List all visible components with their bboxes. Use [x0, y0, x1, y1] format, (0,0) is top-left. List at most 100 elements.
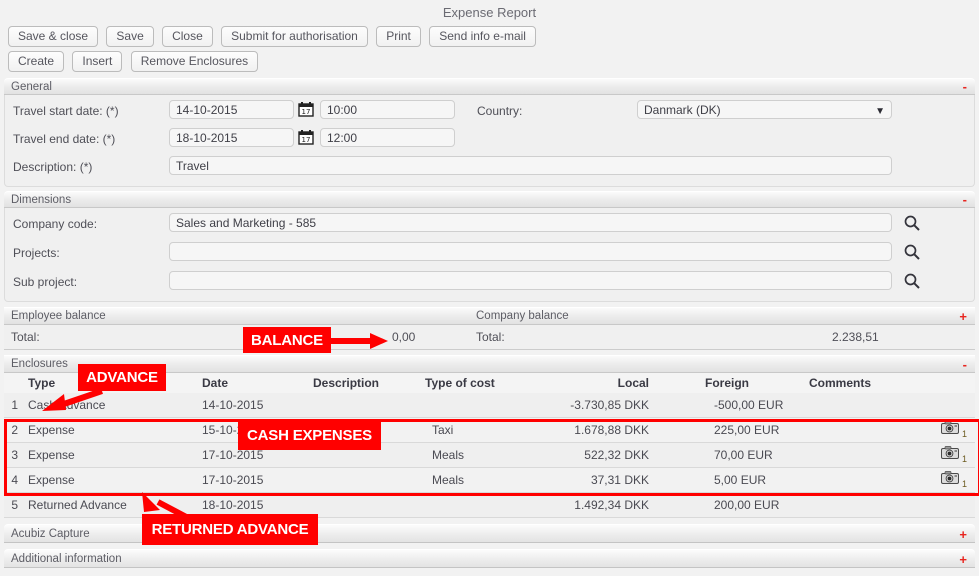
cell-local: 1.678,88 DKK: [574, 423, 649, 437]
section-title-additional-information: Additional information: [11, 553, 122, 565]
remove-enclosures-button[interactable]: Remove Enclosures: [130, 51, 259, 72]
attachment-camera-icon[interactable]: 1: [941, 470, 967, 489]
section-header-balance: Employee balance Company balance +: [4, 307, 975, 325]
collapse-toggle-enclosures[interactable]: -: [963, 357, 967, 372]
company-total-value: 2.238,51: [832, 330, 879, 344]
save-and-close-button[interactable]: Save & close: [8, 26, 99, 47]
column-header-type-of-cost: Type of cost: [425, 376, 495, 390]
search-icon[interactable]: [903, 214, 921, 232]
description-label: Description: (*): [13, 160, 93, 174]
section-title-dimensions: Dimensions: [11, 194, 72, 206]
cell-foreign: 70,00 EUR: [714, 448, 773, 462]
employee-total-label: Total:: [11, 330, 40, 344]
save-button[interactable]: Save: [106, 26, 154, 47]
submit-for-authorisation-button[interactable]: Submit for authorisation: [221, 26, 368, 47]
annotation-balance-label: BALANCE: [243, 327, 331, 353]
sub-project-input[interactable]: [169, 271, 892, 290]
table-row[interactable]: 1 Cash Advance 14-10-2015 -3.730,85 DKK …: [4, 393, 975, 418]
cell-date: 18-10-2015: [202, 498, 264, 512]
country-label: Country:: [477, 104, 523, 118]
collapse-toggle-balance[interactable]: +: [959, 309, 967, 324]
section-header-additional-information: Additional information +: [4, 549, 975, 568]
search-icon[interactable]: [903, 272, 921, 290]
row-number: 5: [11, 498, 18, 512]
svg-text:17: 17: [302, 136, 311, 144]
cell-local: 1.492,34 DKK: [574, 498, 649, 512]
company-balance-title: Company balance: [476, 310, 569, 322]
cell-date: 17-10-2015: [202, 448, 264, 462]
row-number: 4: [11, 473, 18, 487]
column-header-description: Description: [313, 376, 380, 390]
section-title-general: General: [11, 81, 52, 93]
cell-foreign: 225,00 EUR: [714, 423, 780, 437]
field-row-company-code: Company code: Sales and Marketing - 585: [5, 213, 974, 236]
cell-local: -3.730,85 DKK: [570, 398, 649, 412]
search-icon[interactable]: [903, 243, 921, 261]
attachment-count: 1: [961, 429, 967, 439]
country-select-value: Danmark (DK): [644, 103, 721, 117]
toolbar-primary: Save & close Save Close Submit for autho…: [0, 24, 979, 49]
annotation-advance-label: ADVANCE: [78, 364, 166, 391]
svg-text:17: 17: [302, 108, 311, 116]
toolbar-secondary: Create Insert Remove Enclosures: [0, 49, 979, 74]
cell-type-of-cost: Meals: [432, 473, 465, 487]
cell-type: Returned Advance: [28, 498, 127, 512]
section-header-general: General -: [4, 78, 975, 95]
print-button[interactable]: Print: [376, 26, 421, 47]
table-row[interactable]: 4 Expense 17-10-2015 Meals 37,31 DKK 5,0…: [4, 468, 975, 493]
travel-start-date-input[interactable]: 14-10-2015: [169, 100, 294, 119]
collapse-toggle-general[interactable]: -: [963, 80, 967, 93]
create-button[interactable]: Create: [8, 51, 65, 72]
calendar-icon[interactable]: 17: [298, 101, 314, 117]
insert-button[interactable]: Insert: [72, 51, 123, 72]
cell-foreign: 200,00 EUR: [714, 498, 780, 512]
row-number: 3: [11, 448, 18, 462]
travel-start-time-input[interactable]: 10:00: [320, 100, 455, 119]
enclosures-table: Type Date Description Type of cost Local…: [4, 373, 975, 518]
column-header-comments: Comments: [809, 376, 872, 390]
cell-type: Expense: [28, 423, 75, 437]
travel-start-date-label: Travel start date: (*): [13, 104, 119, 118]
column-header-local: Local: [617, 376, 649, 390]
calendar-icon[interactable]: 17: [298, 129, 314, 145]
country-select[interactable]: Danmark (DK) ▼: [637, 100, 892, 119]
cell-foreign: -500,00 EUR: [714, 398, 784, 412]
employee-balance-title: Employee balance: [11, 310, 106, 322]
column-header-foreign: Foreign: [705, 376, 749, 390]
travel-end-time-input[interactable]: 12:00: [320, 128, 455, 147]
field-row-travel-end: Travel end date: (*) 18-10-2015 17 12:00: [5, 128, 974, 151]
field-row-travel-start: Travel start date: (*) 14-10-2015 17 10:…: [5, 100, 974, 123]
field-row-sub-project: Sub project:: [5, 271, 974, 294]
travel-end-date-input[interactable]: 18-10-2015: [169, 128, 294, 147]
travel-end-date-label: Travel end date: (*): [13, 132, 116, 146]
sub-project-label: Sub project:: [13, 275, 78, 289]
column-header-type: Type: [28, 376, 56, 390]
close-button[interactable]: Close: [162, 26, 213, 47]
table-row[interactable]: 2 Expense 15-10-2015 Taxi 1.678,88 DKK 2…: [4, 418, 975, 443]
description-input[interactable]: Travel: [169, 156, 892, 175]
cell-type: Cash Advance: [28, 398, 106, 412]
table-row[interactable]: 3 Expense 17-10-2015 Meals 522,32 DKK 70…: [4, 443, 975, 468]
company-code-label: Company code:: [13, 217, 98, 231]
send-info-email-button[interactable]: Send info e-mail: [429, 26, 536, 47]
employee-total-value: 0,00: [392, 330, 416, 344]
company-total-label: Total:: [476, 330, 505, 344]
cell-date: 14-10-2015: [202, 398, 264, 412]
projects-input[interactable]: [169, 242, 892, 261]
section-title-acubiz-capture: Acubiz Capture: [11, 528, 90, 540]
attachment-count: 1: [961, 479, 967, 489]
section-header-dimensions: Dimensions -: [4, 191, 975, 208]
expand-toggle-additional-information[interactable]: +: [959, 552, 967, 567]
expand-toggle-acubiz-capture[interactable]: +: [959, 527, 967, 542]
attachment-camera-icon[interactable]: 1: [941, 445, 967, 464]
column-header-date: Date: [202, 376, 229, 390]
company-code-input[interactable]: Sales and Marketing - 585: [169, 213, 892, 232]
balance-totals-row: Total: 0,00 Total: 2.238,51: [4, 325, 975, 350]
attachment-camera-icon[interactable]: 1: [941, 420, 967, 439]
cell-type-of-cost: Taxi: [432, 423, 454, 437]
collapse-toggle-dimensions[interactable]: -: [963, 193, 967, 206]
section-body-general: Travel start date: (*) 14-10-2015 17 10:…: [4, 95, 975, 187]
annotation-cash-expenses-label: CASH EXPENSES: [238, 420, 381, 450]
projects-label: Projects:: [13, 246, 60, 260]
cell-local: 522,32 DKK: [584, 448, 649, 462]
